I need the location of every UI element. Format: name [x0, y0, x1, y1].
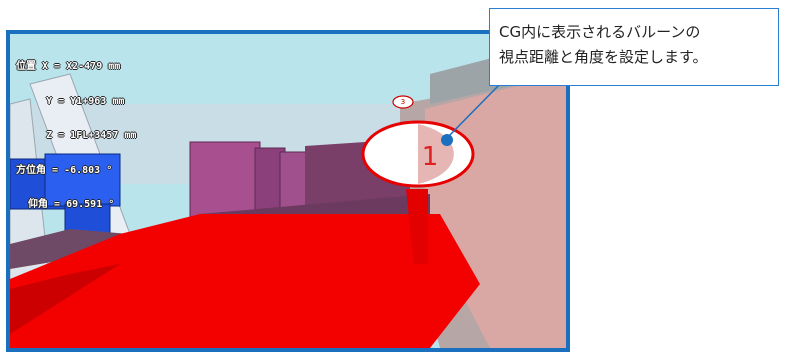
coordinate-readout: 位置 X = X2-479 mm Y = Y1+963 mm Z = 1FL+3…	[16, 38, 136, 234]
cg-viewport[interactable]: 位置 X = X2-479 mm Y = Y1+963 mm Z = 1FL+3…	[6, 30, 570, 352]
readout-elevation: 仰角 = 69.591 °	[16, 199, 115, 210]
small-balloon-label: 3	[400, 98, 406, 106]
readout-position-y: Y = Y1+963 mm	[16, 95, 125, 107]
explanation-callout: CG内に表示されるバルーンの 視点距離と角度を設定します。	[489, 8, 779, 86]
readout-position-x: 位置 X = X2-479 mm	[16, 61, 121, 72]
readout-position-z: Z = 1FL+3457 mm	[16, 130, 137, 141]
callout-line-2: 視点距離と角度を設定します。	[499, 48, 708, 66]
balloon-number-label: 1	[421, 142, 439, 172]
readout-azimuth: 方位角 = -6.803 °	[16, 164, 113, 176]
callout-line-1: CG内に表示されるバルーンの	[499, 23, 701, 41]
